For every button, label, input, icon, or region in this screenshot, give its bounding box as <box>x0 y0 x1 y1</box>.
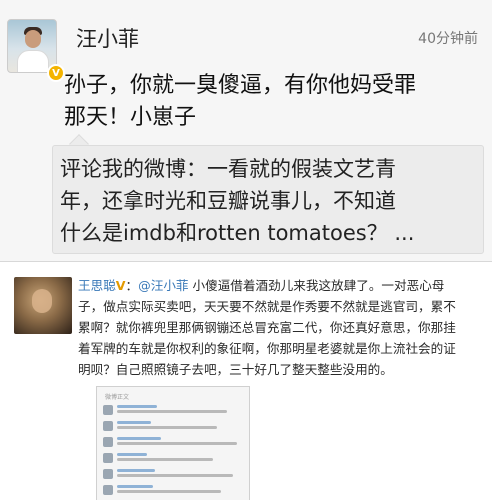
comment-card: V 汪小菲 40分钟前 孙子，你就一臭傻逼，有你他妈受罪 那天！小崽子 评论我的… <box>0 0 492 262</box>
screenshot-row <box>103 469 243 479</box>
screenshot-line <box>117 485 153 488</box>
screenshot-line <box>117 469 155 472</box>
quoted-line: 评论我的微博：一看就的假装文艺青 <box>60 157 396 181</box>
section-divider <box>0 262 492 270</box>
screenshot-line <box>117 421 151 424</box>
comment-line: 那天！小崽子 <box>64 105 197 130</box>
screenshot-row <box>103 405 243 415</box>
screenshot-avatar <box>103 421 113 431</box>
screenshot-line <box>117 474 233 477</box>
screenshot-row <box>103 437 243 447</box>
comment-username[interactable]: 汪小菲 <box>76 23 139 53</box>
screenshot-avatar <box>103 437 113 447</box>
post-line: 累啊？就你裤兜里那俩钢镚还总冒充富二代，你还真好意思，你那挂 <box>78 320 456 335</box>
screenshot-line <box>117 410 227 413</box>
vip-badge-icon: V <box>115 278 126 293</box>
avatar-face <box>32 289 52 313</box>
avatar[interactable] <box>14 277 72 334</box>
screenshot-avatar <box>103 469 113 479</box>
comment-timestamp: 40分钟前 <box>418 31 478 47</box>
screenshot-row <box>103 485 243 495</box>
vip-badge-icon: V <box>47 64 65 82</box>
screenshot-row <box>103 453 243 463</box>
screenshot-line <box>117 405 157 408</box>
quoted-line: 什么是imdb和rotten tomatoes？ ... <box>60 221 415 245</box>
post-text: 王思聪V：@汪小菲 小傻逼借着酒劲儿来我这放肆了。一对恶心母 子，做点实际买卖吧… <box>78 275 486 380</box>
mention-link[interactable]: @汪小菲 <box>138 278 188 293</box>
screenshot-line <box>117 453 147 456</box>
post-username[interactable]: 王思聪 <box>78 278 116 293</box>
screenshot-avatar <box>103 485 113 495</box>
screenshot-line <box>117 458 213 461</box>
screenshot-line <box>117 442 237 445</box>
screenshot-line <box>117 490 221 493</box>
comment-line: 孙子，你就一臭傻逼，有你他妈受罪 <box>64 73 417 98</box>
post-line: 明呗？自己照照镜子去吧，三十好几了整天整些没用的。 <box>78 362 393 377</box>
quoted-comment-text: 评论我的微博：一看就的假装文艺青 年，还拿时光和豆瓣说事儿，不知道 什么是imd… <box>60 153 480 249</box>
comment-text: 孙子，你就一臭傻逼，有你他妈受罪 那天！小崽子 <box>64 70 484 134</box>
screenshot-row <box>103 421 243 431</box>
quoted-line: 年，还拿时光和豆瓣说事儿，不知道 <box>60 189 396 213</box>
post-line: 王思聪V：@汪小菲 小傻逼借着酒劲儿来我这放肆了。一对恶心母 <box>78 275 486 296</box>
screenshot-avatar <box>103 405 113 415</box>
post-colon: ： <box>125 278 139 293</box>
post-line: 子，做点实际买卖吧，天天要不然就是作秀要不然就是逃官司，累不 <box>78 299 456 314</box>
avatar-shirt <box>17 50 49 72</box>
weibo-post: 王思聪V：@汪小菲 小傻逼借着酒劲儿来我这放肆了。一对恶心母 子，做点实际买卖吧… <box>0 270 492 500</box>
screenshot-line <box>117 426 217 429</box>
embedded-screenshot-image[interactable]: 微博正文 <box>96 386 250 500</box>
embedded-screenshot-title: 微博正文 <box>105 394 130 401</box>
avatar-face <box>25 30 41 48</box>
post-line-rest: 小傻逼借着酒劲儿来我这放肆了。一对恶心母 <box>188 278 445 293</box>
screenshot-avatar <box>103 453 113 463</box>
screenshot-line <box>117 437 161 440</box>
post-line: 着军牌的车就是你权利的象征啊，你那明星老婆就是你上流社会的证 <box>78 341 456 356</box>
